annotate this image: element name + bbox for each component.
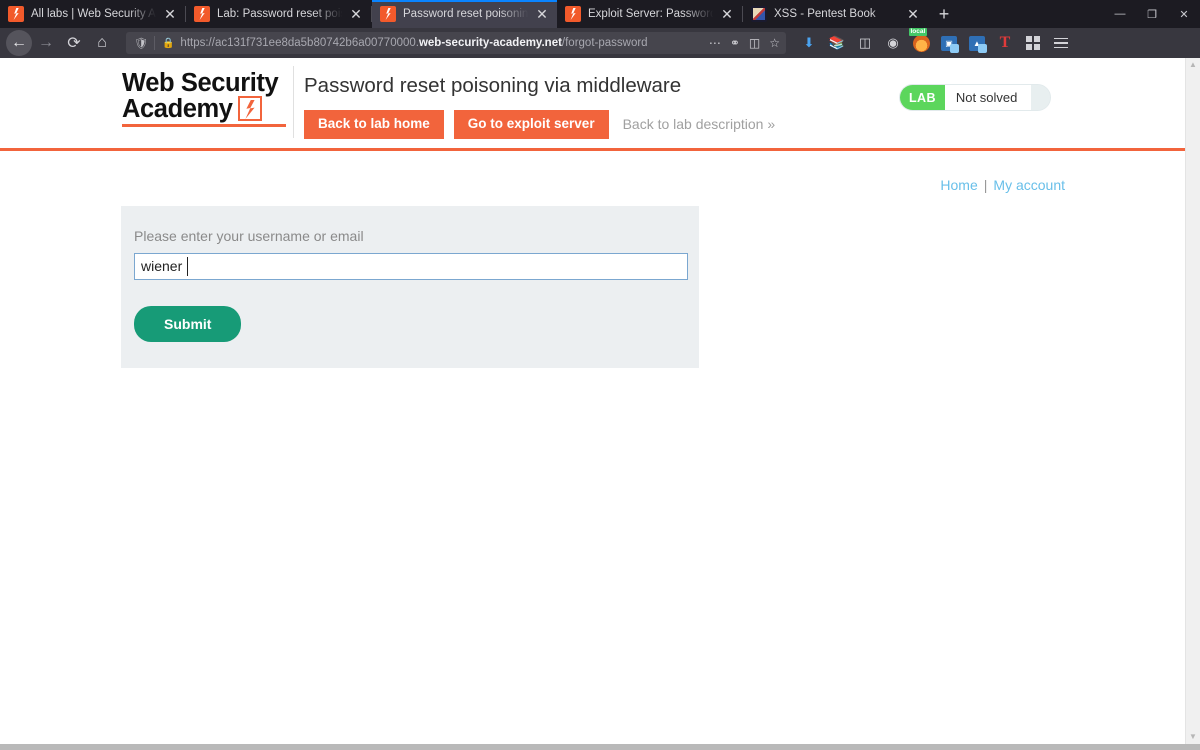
submit-button[interactable]: Submit [134, 305, 242, 342]
tab-title: Password reset poisoning via middleware [403, 8, 531, 20]
reload-icon[interactable]: ⟳ [60, 30, 88, 56]
logo-line-1: Web Security [122, 69, 279, 97]
browser-tab-4[interactable]: Exploit Server: Password reset poisoning… [557, 0, 742, 28]
username-input[interactable] [134, 252, 688, 280]
browser-tab-3-active[interactable]: Password reset poisoning via middleware … [372, 0, 557, 28]
username-input-wrapper [134, 252, 688, 280]
url-text: https://ac131f731ee8da5b80742b6a00770000… [180, 37, 647, 49]
library-icon[interactable]: 📚 [824, 30, 850, 56]
header-rule [0, 148, 1185, 151]
close-icon[interactable]: ✕ [904, 5, 922, 23]
tab-title: Lab: Password reset poisoning via middle… [217, 8, 345, 20]
browser-toolbar-icons: ⬇ 📚 ◫ ◉ local ▣ ▲ T [796, 27, 1074, 56]
lab-status-text: Not solved [944, 85, 1031, 110]
tab-title: Exploit Server: Password reset poisoning [588, 8, 716, 20]
my-account-link[interactable]: My account [993, 177, 1065, 193]
star-icon[interactable]: ☆ [769, 36, 780, 50]
url-scheme: https:// [180, 37, 215, 49]
window-controls: — ❐ ✕ [1104, 0, 1200, 28]
page-viewport: Web Security Academy Password reset pois… [0, 58, 1200, 744]
navigation-toolbar: ← → ⟳ ⌂ 🛡 🔒 https://ac131f731ee8da5b8074… [0, 27, 1200, 58]
page-content: Web Security Academy Password reset pois… [0, 58, 1185, 744]
lab-tag: LAB [900, 85, 945, 110]
scroll-down-icon[interactable]: ▼ [1189, 733, 1197, 741]
lab-actions: Back to lab home Go to exploit server Ba… [304, 110, 775, 139]
text-caret [187, 256, 188, 276]
shield-icon[interactable]: 🛡 [134, 37, 148, 50]
account-icon[interactable]: ◉ [880, 30, 906, 56]
tab-title: XSS - Pentest Book [774, 8, 876, 20]
sidebar-icon[interactable]: ◫ [852, 30, 878, 56]
nav-separator: | [983, 176, 988, 193]
burp-icon [194, 6, 210, 22]
browser-tab-5[interactable]: XSS - Pentest Book ✕ [743, 0, 928, 28]
browser-window: All labs | Web Security Academy ✕ Lab: P… [0, 0, 1200, 750]
back-to-lab-home-button[interactable]: Back to lab home [304, 110, 444, 139]
ellipsis-icon[interactable]: ⋯ [709, 36, 721, 50]
browser-tab-1[interactable]: All labs | Web Security Academy ✕ [0, 0, 185, 28]
url-domain: web-security-academy.net [418, 37, 562, 49]
wappalyzer-extension-icon[interactable]: ▲ [964, 30, 990, 56]
logo-line-2: Academy [122, 95, 233, 123]
lab-status-pad [1030, 85, 1050, 110]
window-close-icon[interactable]: ✕ [1168, 0, 1200, 28]
status-badge[interactable]: LAB Not solved [899, 84, 1051, 111]
text-extension-icon[interactable]: T [992, 30, 1018, 56]
address-bar-icons: ⋯ ⚭ ◫ ☆ [701, 36, 780, 50]
logo-row-2: Academy [122, 96, 287, 122]
reader-icon[interactable]: ◫ [749, 36, 760, 50]
url-divider [153, 36, 155, 50]
back-icon[interactable]: ← [6, 30, 32, 56]
burp-icon [8, 6, 24, 22]
forward-icon[interactable]: → [32, 30, 60, 56]
url-subdomain: ac131f731ee8da5b80742b6a00770000. [214, 37, 419, 49]
header-divider [293, 66, 294, 138]
minimize-icon[interactable]: — [1104, 0, 1136, 28]
burp-icon [380, 6, 396, 22]
account-nav: Home | My account [940, 177, 1065, 193]
maximize-icon[interactable]: ❐ [1136, 0, 1168, 28]
lab-header: Web Security Academy Password reset pois… [0, 58, 1185, 148]
burp-icon [565, 6, 581, 22]
go-to-exploit-server-button[interactable]: Go to exploit server [453, 110, 609, 139]
home-link[interactable]: Home [940, 177, 977, 193]
web-security-academy-logo[interactable]: Web Security Academy [122, 69, 287, 127]
address-bar[interactable]: 🛡 🔒 https://ac131f731ee8da5b80742b6a0077… [126, 32, 786, 54]
burp-bolt-icon [237, 96, 262, 121]
new-tab-button[interactable]: + [928, 0, 960, 28]
close-icon[interactable]: ✕ [347, 5, 365, 23]
book-icon [751, 6, 767, 22]
pocket-icon[interactable]: ⚭ [730, 36, 740, 50]
page-scrollbar[interactable]: ▲ ▼ [1185, 58, 1200, 744]
back-to-lab-description-link[interactable]: Back to lab description » [623, 116, 776, 132]
close-icon[interactable]: ✕ [161, 5, 179, 23]
close-icon[interactable]: ✕ [533, 5, 551, 23]
local-extension-icon[interactable]: local [908, 27, 934, 56]
scroll-up-icon[interactable]: ▲ [1189, 61, 1197, 69]
local-badge: local [908, 27, 928, 36]
menu-icon[interactable] [1048, 30, 1074, 56]
forgot-password-form: Please enter your username or email Subm… [121, 205, 699, 368]
tab-strip-spacer [960, 0, 1104, 28]
browser-tab-2[interactable]: Lab: Password reset poisoning via middle… [186, 0, 371, 28]
status-bar [0, 744, 1200, 750]
extensions-grid-icon[interactable] [1020, 30, 1046, 56]
home-icon[interactable]: ⌂ [88, 30, 116, 56]
tab-strip: All labs | Web Security Academy ✕ Lab: P… [0, 0, 1200, 28]
lock-icon: 🔒 [161, 37, 175, 49]
translate-extension-icon[interactable]: ▣ [936, 30, 962, 56]
url-path: /forgot-password [561, 37, 648, 49]
tab-title: All labs | Web Security Academy [31, 8, 159, 20]
download-icon[interactable]: ⬇ [796, 30, 822, 56]
page-title: Password reset poisoning via middleware [304, 74, 682, 97]
logo-underline [122, 124, 286, 127]
username-field-label: Please enter your username or email [134, 227, 364, 244]
close-icon[interactable]: ✕ [718, 5, 736, 23]
